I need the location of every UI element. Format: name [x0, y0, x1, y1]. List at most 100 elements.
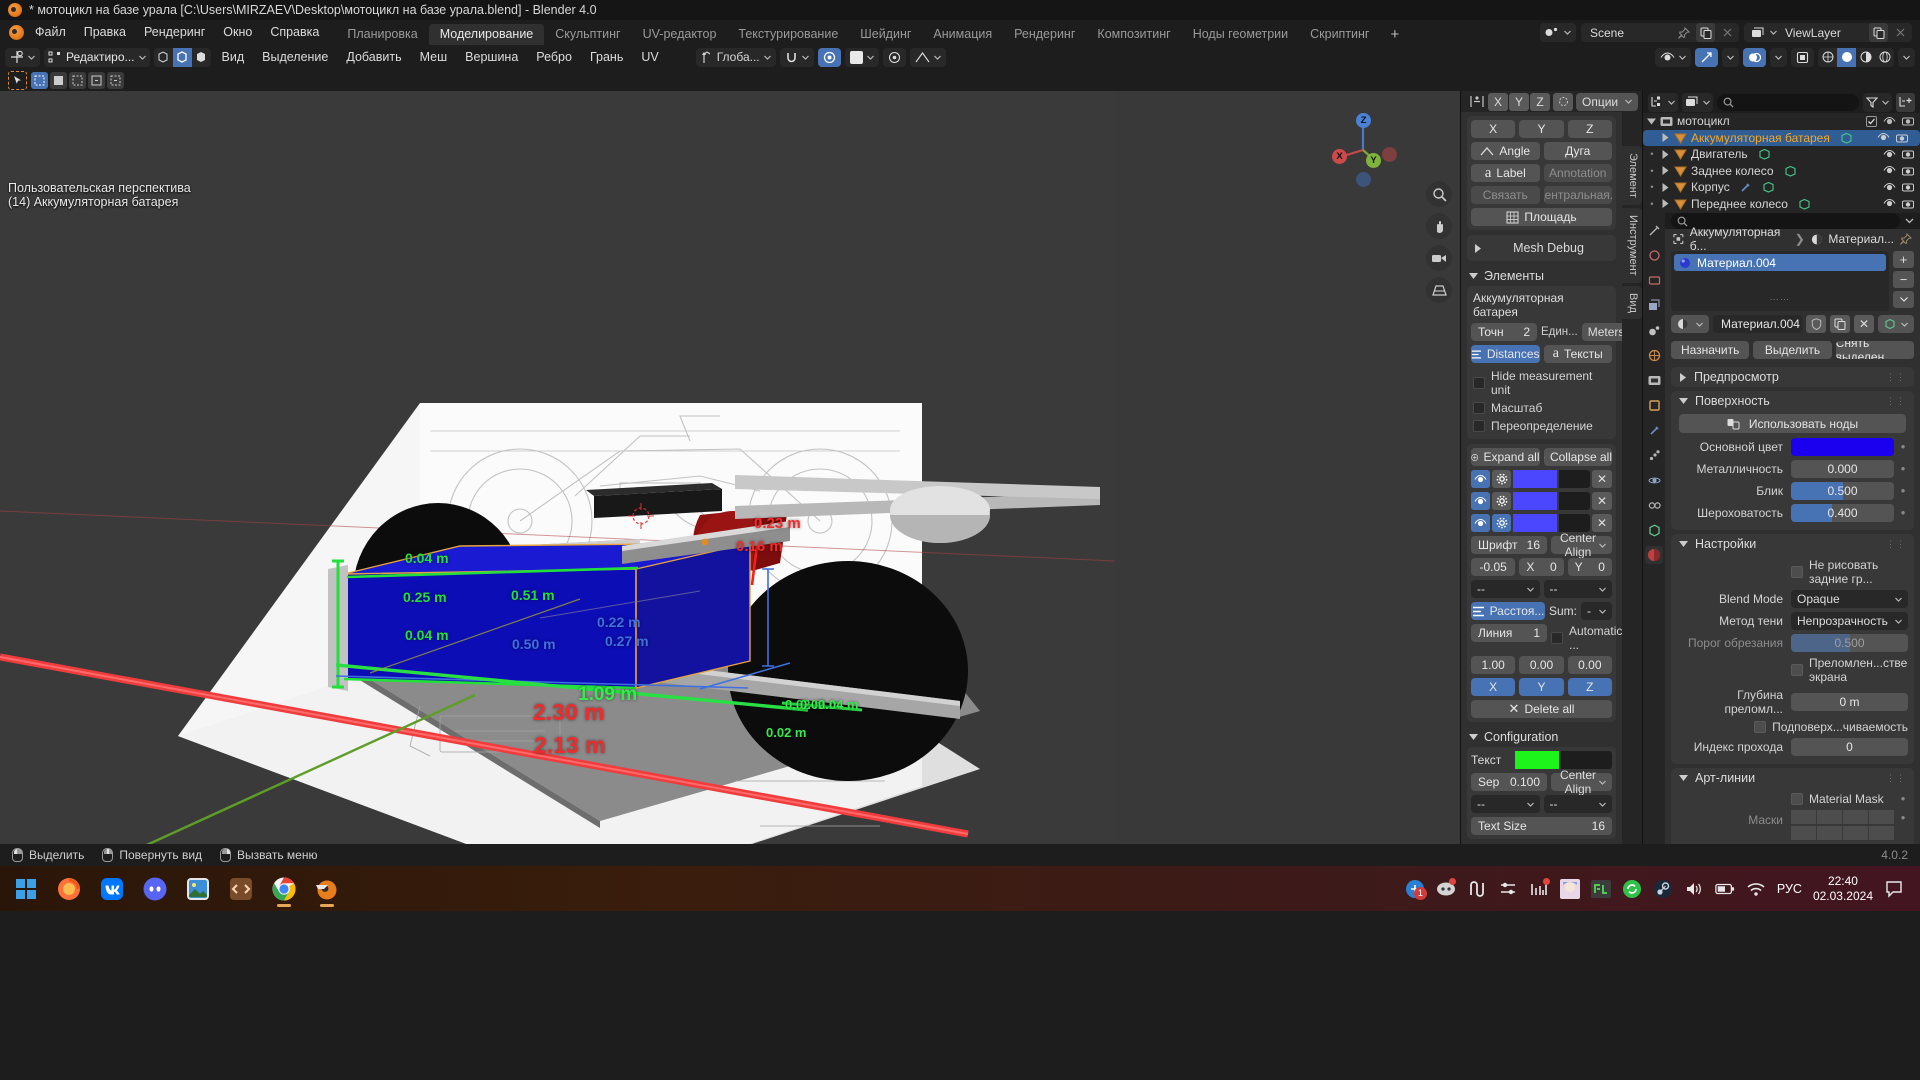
tray-green-icon[interactable]	[1590, 879, 1611, 899]
mesh-data-icon[interactable]	[1840, 132, 1853, 144]
outliner-search-input[interactable]	[1717, 93, 1859, 111]
material-preview-shading[interactable]	[1856, 48, 1875, 67]
vector-z-field[interactable]: 0.00	[1567, 656, 1612, 674]
distance-toggle[interactable]: Расстоя...	[1471, 602, 1545, 620]
line-width-field[interactable]: Линия 1	[1471, 624, 1547, 642]
font-size-field[interactable]: Шрифт 16	[1471, 536, 1547, 554]
specular-animate-dot[interactable]: •	[1898, 484, 1908, 497]
gizmo-axis-y[interactable]: Y	[1366, 153, 1381, 168]
delete-all-button[interactable]: ✕ Delete all	[1471, 700, 1612, 718]
outliner-collection-root[interactable]: мотоцикл	[1643, 113, 1920, 130]
material-mask-checkbox[interactable]: Material Mask	[1791, 792, 1894, 806]
tab-view[interactable]: Вид	[1622, 285, 1642, 320]
toggle-y[interactable]: Y	[1519, 678, 1564, 696]
tab-texturing[interactable]: Текстурирование	[727, 24, 849, 45]
taskbar-clock[interactable]: 22:40 02.03.2024	[1813, 874, 1873, 904]
select-extend-tool[interactable]	[88, 71, 105, 89]
chrome-taskbar-icon[interactable]	[264, 869, 304, 909]
pin-scene-icon[interactable]	[1674, 23, 1693, 42]
xray-toggle[interactable]	[882, 47, 906, 67]
offset-field[interactable]: -0.05	[1471, 558, 1516, 576]
outliner-restrict-dot[interactable]: •	[1647, 182, 1657, 192]
tab-output-properties[interactable]	[1645, 271, 1663, 289]
start-button[interactable]	[6, 869, 46, 909]
interaction-mode-selector[interactable]: Редактиро...	[44, 47, 150, 67]
blender-menu-icon[interactable]	[6, 23, 26, 43]
tab-constraint-properties[interactable]	[1645, 496, 1663, 514]
checkbox-icon[interactable]	[1866, 115, 1877, 127]
label-button[interactable]: a Label	[1471, 164, 1540, 182]
unlink-material-button[interactable]: ✕	[1854, 315, 1874, 333]
tab-collection-properties[interactable]	[1645, 371, 1663, 389]
tray-chart-icon[interactable]	[1529, 877, 1550, 899]
tab-animation[interactable]: Анимация	[922, 24, 1003, 45]
proportional-falloff-selector[interactable]	[844, 47, 879, 67]
sum-dropdown[interactable]: -	[1581, 602, 1612, 620]
notifications-icon[interactable]	[1884, 879, 1904, 899]
material-mask-animate-dot[interactable]: •	[1898, 792, 1908, 805]
measure-color-swatch[interactable]	[1513, 470, 1557, 488]
camera-icon[interactable]	[1902, 149, 1914, 159]
axis-lock-group[interactable]: X Y Z	[1488, 92, 1550, 111]
toggle-z[interactable]: Z	[1567, 678, 1612, 696]
outliner-object-row[interactable]: • Корпус	[1643, 179, 1920, 196]
eye-icon[interactable]	[1883, 199, 1896, 208]
measure-visibility-icon[interactable]	[1471, 492, 1490, 510]
outliner-restrict-dot[interactable]: •	[1647, 199, 1657, 209]
mesh-edit-options[interactable]	[909, 47, 946, 67]
fake-user-button[interactable]	[1806, 315, 1826, 333]
tray-sync-icon[interactable]	[1622, 879, 1642, 899]
tab-sculpting[interactable]: Скульптинг	[544, 24, 631, 45]
measure-color-swatch[interactable]	[1513, 492, 1557, 510]
vector-x-field[interactable]: 1.00	[1471, 656, 1516, 674]
tab-modeling[interactable]: Моделирование	[428, 24, 545, 45]
align-dropdown[interactable]: Center Align	[1551, 531, 1612, 559]
measure-name-field[interactable]	[1559, 492, 1590, 510]
distances-toggle[interactable]: Distances	[1471, 345, 1540, 363]
tab-geometry-nodes[interactable]: Ноды геометрии	[1182, 24, 1299, 45]
mask-cell[interactable]	[1791, 826, 1816, 840]
breadcrumb-object[interactable]: Аккумуляторная б...	[1690, 225, 1789, 253]
modifier-icon[interactable]	[1740, 181, 1752, 193]
new-scene-icon[interactable]	[1696, 23, 1715, 42]
elements-header[interactable]: Элементы	[1467, 266, 1616, 286]
measure-z-button[interactable]: Z	[1567, 120, 1612, 138]
tray-panel-icon[interactable]: 1	[1405, 879, 1427, 900]
wifi-icon[interactable]	[1746, 879, 1766, 899]
mask-cell[interactable]	[1791, 810, 1816, 824]
units-dropdown[interactable]: Meters	[1581, 323, 1622, 341]
viewport-menu-uv[interactable]: UV	[634, 50, 665, 64]
options-dropdown[interactable]: Опции	[1576, 92, 1638, 111]
tab-material-properties[interactable]	[1645, 546, 1663, 564]
outliner-object-row[interactable]: Аккумуляторная батарея	[1643, 129, 1920, 146]
solid-shading[interactable]	[1837, 47, 1856, 67]
tray-sliders-icon[interactable]	[1498, 879, 1518, 899]
outliner-object-row[interactable]: • Переднее колесо	[1643, 196, 1920, 213]
tab-shading[interactable]: Шейдинг	[849, 24, 922, 45]
text-align-dropdown[interactable]: Center Align	[1551, 768, 1612, 796]
viewport-menu-select[interactable]: Выделение	[255, 50, 335, 64]
new-viewlayer-icon[interactable]	[1869, 23, 1888, 42]
metallic-slider[interactable]: 0.000	[1791, 460, 1894, 478]
ssr-checkbox[interactable]: Преломлен...стве экрана	[1791, 656, 1908, 684]
arc-button[interactable]: Дуга	[1543, 142, 1612, 160]
eye-icon[interactable]	[1883, 166, 1896, 175]
viewport-menu-mesh[interactable]: Меш	[413, 50, 455, 64]
tab-particle-properties[interactable]	[1645, 446, 1663, 464]
measure-delete-button[interactable]: ✕	[1592, 470, 1612, 488]
tab-modifier-properties[interactable]	[1645, 421, 1663, 439]
measure-name-field[interactable]	[1559, 470, 1590, 488]
tab-object-properties[interactable]	[1645, 396, 1663, 414]
add-material-slot-button[interactable]: +	[1893, 251, 1914, 268]
tab-tool[interactable]: Инструмент	[1622, 207, 1642, 283]
material-list-grip[interactable]: ⋯⋯	[1674, 271, 1886, 305]
delete-viewlayer-icon[interactable]	[1891, 23, 1910, 42]
viewlayer-selector[interactable]: ViewLayer	[1744, 23, 1912, 42]
outliner-filter-button[interactable]	[1863, 92, 1892, 112]
configuration-header[interactable]: Configuration	[1467, 727, 1616, 747]
snapping-selector[interactable]	[779, 47, 814, 67]
tab-render-properties[interactable]	[1645, 246, 1663, 264]
deselect-button[interactable]: Снять выделен...	[1835, 341, 1914, 359]
mesh-data-icon[interactable]	[1762, 181, 1775, 193]
eye-icon[interactable]	[1877, 133, 1890, 142]
